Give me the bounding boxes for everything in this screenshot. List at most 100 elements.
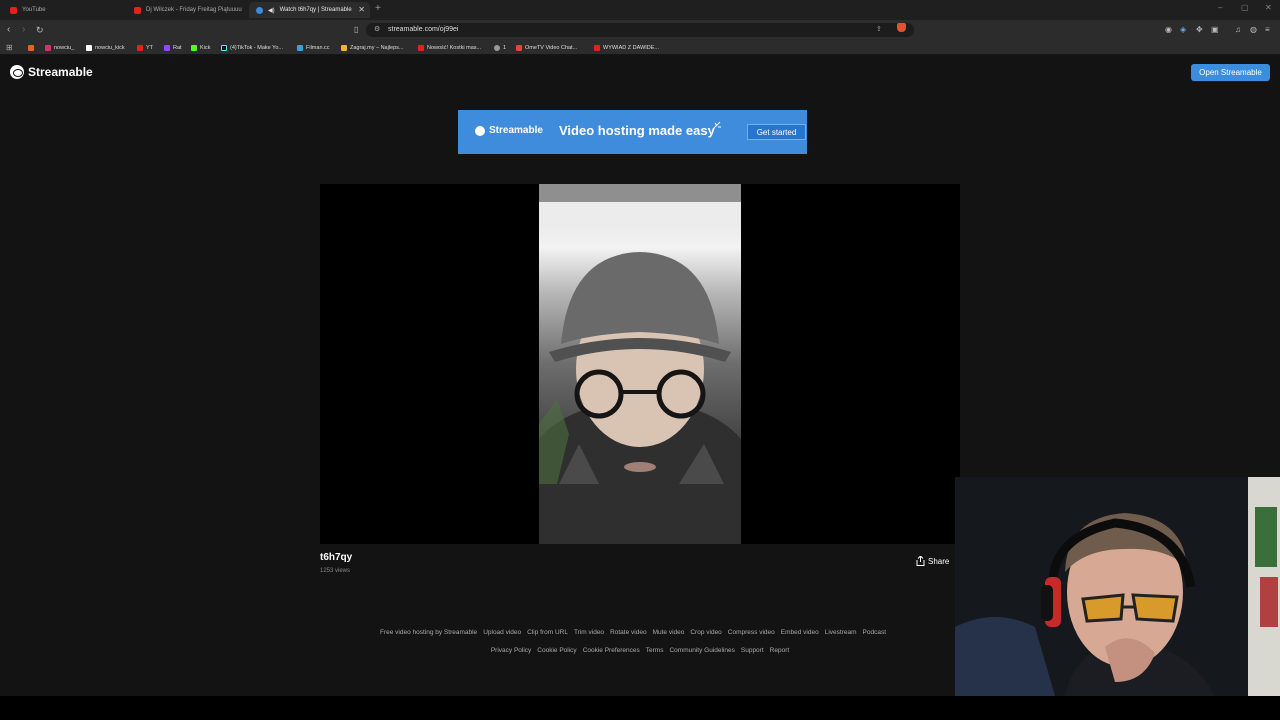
bookmark-label: Kick xyxy=(200,44,211,51)
bookmark-label: Filman.cc xyxy=(306,44,330,51)
vpn-icon[interactable]: ◈ xyxy=(1180,24,1186,36)
minimize-icon[interactable]: – xyxy=(1218,3,1222,12)
streamable-logo-icon xyxy=(10,65,24,79)
bookmark-kick[interactable]: Kick xyxy=(191,43,210,52)
youtube-icon xyxy=(418,44,424,51)
forward-icon[interactable]: › xyxy=(22,24,25,36)
footer-link[interactable]: Mute video xyxy=(653,629,685,636)
video-title: t6h7qy xyxy=(320,552,353,563)
view-count: 1253 views xyxy=(320,568,351,574)
bookmark-label: Nowość! Kostki mas... xyxy=(427,44,482,51)
tab-dj-wilczek[interactable]: Dj Wilczek - Friday Freitag Piątuuuu xyxy=(127,2,246,18)
youtube-icon xyxy=(137,44,143,51)
bookmark-yt[interactable]: YT xyxy=(137,43,153,52)
footer-link[interactable]: Upload video xyxy=(483,629,521,636)
globe-icon xyxy=(494,44,500,51)
new-tab-plus-icon[interactable]: + xyxy=(375,3,381,14)
wallet-icon[interactable]: ◍ xyxy=(1250,24,1257,36)
bookmarks-bar: ⊞ nowciu_ nowciu_kick YT Rat Kick (4)Tik… xyxy=(0,40,1280,55)
footer-link[interactable]: Crop video xyxy=(690,629,721,636)
bookmark-nowciu[interactable]: nowciu_ xyxy=(45,43,74,52)
logo-text: Streamable xyxy=(28,65,93,79)
rss-icon xyxy=(28,44,34,51)
footer-link[interactable]: Support xyxy=(741,647,764,654)
tab-title: Dj Wilczek - Friday Freitag Piątuuuu xyxy=(146,7,242,13)
bookmark-rat[interactable]: Rat xyxy=(164,43,182,52)
footer-link[interactable]: Podcast xyxy=(863,629,887,636)
streamable-logo[interactable]: Streamable xyxy=(10,65,93,79)
bookmark-tiktok[interactable]: (4)TikTok - Make Yo... xyxy=(221,43,283,52)
close-tab-icon[interactable]: ✕ xyxy=(358,5,365,14)
bookmark-label: OmeTV Video Chat... xyxy=(525,44,578,51)
video-player[interactable] xyxy=(320,184,960,544)
bookmark-ometv[interactable]: OmeTV Video Chat... xyxy=(516,43,577,52)
share-button[interactable]: Share xyxy=(916,554,956,568)
youtube-icon xyxy=(10,6,17,14)
bookmark-label: (4)TikTok - Make Yo... xyxy=(230,44,283,51)
speaker-icon: ◀) xyxy=(268,7,275,14)
reload-icon[interactable]: ↻ xyxy=(36,24,44,36)
sidebar-icon[interactable]: ▣ xyxy=(1211,24,1219,36)
footer-link[interactable]: Clip from URL xyxy=(527,629,568,636)
bookmark-wywiad[interactable]: WYWIAD Z DAWIDE... xyxy=(594,43,659,52)
tab-streamable[interactable]: ◀) Watch t6h7qy | Streamable ✕ xyxy=(249,2,370,18)
bookmark-icon[interactable]: ▯ xyxy=(354,24,358,36)
screen: YouTube Dj Wilczek - Friday Freitag Piąt… xyxy=(0,0,1280,720)
zagraj-icon xyxy=(341,44,347,51)
footer-link[interactable]: Trim video xyxy=(574,629,604,636)
address-bar[interactable]: ⚙ streamable.com/oj99ei ⇪ xyxy=(366,23,914,37)
footer-link[interactable]: Embed video xyxy=(781,629,819,636)
twitch-icon xyxy=(164,44,170,51)
bookmark-1[interactable]: 1 xyxy=(494,43,506,52)
open-streamable-button[interactable]: Open Streamable xyxy=(1191,64,1270,81)
footer-link[interactable]: Community Guidelines xyxy=(669,647,734,654)
extensions-puzzle-icon[interactable]: ✥ xyxy=(1196,24,1203,36)
kick-icon xyxy=(191,44,197,51)
ad-brand-text: Streamable xyxy=(489,125,543,136)
bookmark-rss[interactable] xyxy=(28,43,34,52)
x-icon xyxy=(86,44,92,51)
tab-youtube[interactable]: YouTube xyxy=(3,2,127,18)
apps-grid-icon[interactable]: ⊞ xyxy=(6,43,13,52)
streamable-favicon xyxy=(256,6,263,14)
footer-link[interactable]: Livestream xyxy=(825,629,857,636)
bookmark-label: Rat xyxy=(173,44,182,51)
bookmark-zagraj[interactable]: Zagraj.my – Najleps... xyxy=(341,43,404,52)
get-started-button[interactable]: Get started xyxy=(747,124,806,140)
maximize-icon[interactable]: ▢ xyxy=(1241,3,1249,12)
bookmark-label: YT xyxy=(146,44,154,51)
bookmark-nowciu-kick[interactable]: nowciu_kick xyxy=(86,43,125,52)
footer-link[interactable]: Cookie Policy xyxy=(537,647,576,654)
share-label: Share xyxy=(928,556,950,566)
menu-icon[interactable]: ≡ xyxy=(1265,24,1270,36)
footer-link[interactable]: Cookie Preferences xyxy=(583,647,640,654)
youtube-icon xyxy=(134,6,141,14)
footer-link[interactable]: Rotate video xyxy=(610,629,647,636)
bookmark-label: nowciu_ xyxy=(54,44,75,51)
footer-link[interactable]: Compress video xyxy=(728,629,775,636)
bookmark-kostki[interactable]: Nowość! Kostki mas... xyxy=(418,43,481,52)
footer-link[interactable]: Free video hosting by Streamable xyxy=(380,629,477,636)
webcam-overlay xyxy=(955,477,1280,696)
footer-link[interactable]: Privacy Policy xyxy=(491,647,531,654)
url-text: streamable.com/oj99ei xyxy=(388,26,459,33)
bookmark-label: nowciu_kick xyxy=(95,44,125,51)
back-icon[interactable]: ‹ xyxy=(7,24,10,36)
browser-toolbar: ‹ › ↻ ▯ ⚙ streamable.com/oj99ei ⇪ ◉ ◈ ✥ … xyxy=(0,20,1280,40)
filman-icon xyxy=(297,44,303,51)
media-icon[interactable]: ♫ xyxy=(1235,24,1241,36)
video-person-image xyxy=(539,184,741,544)
ad-banner[interactable]: Streamable Video hosting made easy Get s… xyxy=(458,110,807,154)
bookmark-label: WYWIAD Z DAWIDE... xyxy=(603,44,660,51)
bookmark-filman[interactable]: Filman.cc xyxy=(297,43,330,52)
footer-link[interactable]: Report xyxy=(770,647,790,654)
share-icon xyxy=(916,556,925,566)
tab-title: YouTube xyxy=(22,7,46,13)
video-frame xyxy=(539,184,741,544)
share-page-icon[interactable]: ⇪ xyxy=(876,25,882,33)
footer-link[interactable]: Terms xyxy=(646,647,664,654)
extension-icon[interactable]: ◉ xyxy=(1165,24,1172,36)
site-info-icon[interactable]: ⚙ xyxy=(374,25,380,33)
brave-shields-icon[interactable] xyxy=(897,23,906,32)
close-window-icon[interactable]: ✕ xyxy=(1265,3,1272,12)
